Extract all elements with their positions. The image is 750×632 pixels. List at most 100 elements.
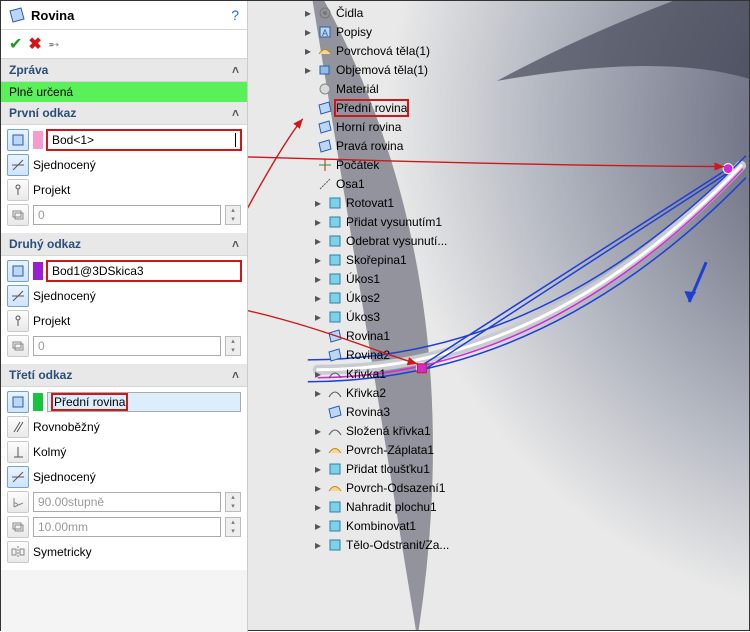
symmetric-label: Symetricky [33,545,92,559]
tree-label: Pravá rovina [336,139,403,153]
tree-node[interactable]: ▸APopisy [298,22,528,41]
tree-node[interactable]: Pravá rovina [298,136,528,155]
offset-icon[interactable] [7,335,29,357]
tree-node[interactable]: ▸Tělo-Odstranit/Za... [298,535,528,554]
tree-node[interactable]: ▸ Křivka1 [298,364,528,383]
cancel-button[interactable]: ✖ [28,34,41,54]
tree-node[interactable]: ▸Povrch-Záplata1 [298,440,528,459]
tree-label: Kombinovat1 [346,519,416,533]
tree-node[interactable]: ▸ Úkos2 [298,288,528,307]
second-reference-body: Bod1@3DSkica3 Sjednocený Projekt 0▴▾ [1,256,247,364]
chevron-up-icon: ˄ [232,368,239,382]
expand-icon[interactable]: ▸ [312,443,324,457]
tree-node[interactable]: ▸ Složená křivka1 [298,421,528,440]
coincident-label: Sjednocený [33,158,96,172]
tree-node[interactable]: Rovina2 [298,345,528,364]
tree-node[interactable]: ▸Přidat tloušťku1 [298,459,528,478]
expand-icon[interactable]: ▸ [302,63,314,77]
tree-node[interactable]: ▸Povrch-Odsazení1 [298,478,528,497]
tree-node[interactable]: ▸Úkos1 [298,269,528,288]
expand-icon[interactable]: ▸ [312,272,324,286]
expand-icon[interactable]: ▸ [312,234,324,248]
expand-icon[interactable]: ▸ [312,367,324,381]
ok-button[interactable]: ✔ [9,34,22,54]
tree-label: Rovina2 [346,348,390,362]
expand-icon[interactable]: ▸ [312,424,324,438]
expand-icon[interactable]: ▸ [312,519,324,533]
tree-node[interactable]: Přední rovina [298,98,528,117]
feature-tree[interactable]: ▸Čidla▸APopisy▸Povrchová těla(1)▸Objemov… [298,3,528,554]
ref3-swatch [33,393,43,411]
feat-icon [327,290,343,306]
expand-icon[interactable]: ▸ [312,310,324,324]
axis-icon [317,176,333,192]
tree-node[interactable]: ▸Odebrat vysunutí... [298,231,528,250]
annot-icon: A [317,24,333,40]
tree-node[interactable]: ▸Povrchová těla(1) [298,41,528,60]
coincident-icon[interactable] [7,466,29,488]
tree-node[interactable]: Rovina3 [298,402,528,421]
entity-icon[interactable] [7,129,29,151]
expand-icon[interactable]: ▸ [312,500,324,514]
expand-icon[interactable]: ▸ [302,25,314,39]
tree-node[interactable]: ▸ Objemová těla(1) [298,60,528,79]
expand-icon[interactable]: ▸ [312,538,324,552]
tree-node[interactable]: Horní rovina [298,117,528,136]
tree-node[interactable]: ▸Úkos3 [298,307,528,326]
entity-icon[interactable] [7,391,29,413]
expand-icon[interactable]: ▸ [312,386,324,400]
expand-icon[interactable]: ▸ [312,481,324,495]
ref3-distance-field: 10.00mm [33,517,221,537]
tree-node[interactable]: ▸ Kombinovat1 [298,516,528,535]
third-reference-header[interactable]: Třetí odkaz ˄ [1,364,247,387]
symmetric-icon[interactable] [7,541,29,563]
project-icon[interactable] [7,310,29,332]
tree-label: Složená křivka1 [346,424,431,438]
expand-icon[interactable]: ▸ [312,462,324,476]
expand-icon[interactable]: ▸ [302,44,314,58]
ref1-field[interactable]: Bod<1> [47,130,241,150]
feat-icon [327,537,343,553]
tree-node[interactable]: ▸Přidat vysunutím1 [298,212,528,231]
curve-icon [327,385,343,401]
entity-icon[interactable] [7,260,29,282]
ref3-field[interactable]: Přední rovina [47,392,241,412]
coincident-icon[interactable] [7,285,29,307]
tree-node[interactable]: ▸ Skořepina1 [298,250,528,269]
tree-node[interactable]: ▸ Čidla [298,3,528,22]
tree-label: Čidla [336,6,363,20]
tree-label: Objemová těla(1) [336,63,428,77]
expand-icon[interactable]: ▸ [302,6,314,20]
parallel-icon[interactable] [7,416,29,438]
tree-node[interactable]: Osa1 [298,174,528,193]
project-icon[interactable] [7,179,29,201]
tree-node[interactable]: Materiál [298,79,528,98]
feat-icon [327,195,343,211]
offset-icon[interactable] [7,204,29,226]
distance-icon[interactable] [7,516,29,538]
expand-icon[interactable]: ▸ [312,215,324,229]
tree-label: Úkos2 [346,291,380,305]
first-reference-header[interactable]: První odkaz ˄ [1,102,247,125]
tree-node[interactable]: Rovina1 [298,326,528,345]
message-section-header[interactable]: Zpráva ˄ [1,59,247,82]
second-reference-label: Druhý odkaz [9,237,81,251]
feat-icon [327,214,343,230]
expand-icon[interactable]: ▸ [312,196,324,210]
expand-icon[interactable]: ▸ [312,253,324,267]
graphics-viewport[interactable]: ▸Čidla▸APopisy▸Povrchová těla(1)▸Objemov… [248,1,749,630]
coincident-icon[interactable] [7,154,29,176]
second-reference-header[interactable]: Druhý odkaz ˄ [1,233,247,256]
tree-node[interactable]: Počátek [298,155,528,174]
pin-button[interactable]: ➵ [48,36,60,53]
tree-label: Křivka1 [346,367,386,381]
expand-icon[interactable]: ▸ [312,291,324,305]
tree-node[interactable]: ▸Křivka2 [298,383,528,402]
angle-icon[interactable] [7,491,29,513]
help-icon[interactable]: ? [231,7,239,23]
tree-node[interactable]: ▸Rotovat1 [298,193,528,212]
tree-label: Skořepina1 [346,253,407,267]
perpendicular-icon[interactable] [7,441,29,463]
ref2-field[interactable]: Bod1@3DSkica3 [47,261,241,281]
tree-node[interactable]: ▸Nahradit plochu1 [298,497,528,516]
